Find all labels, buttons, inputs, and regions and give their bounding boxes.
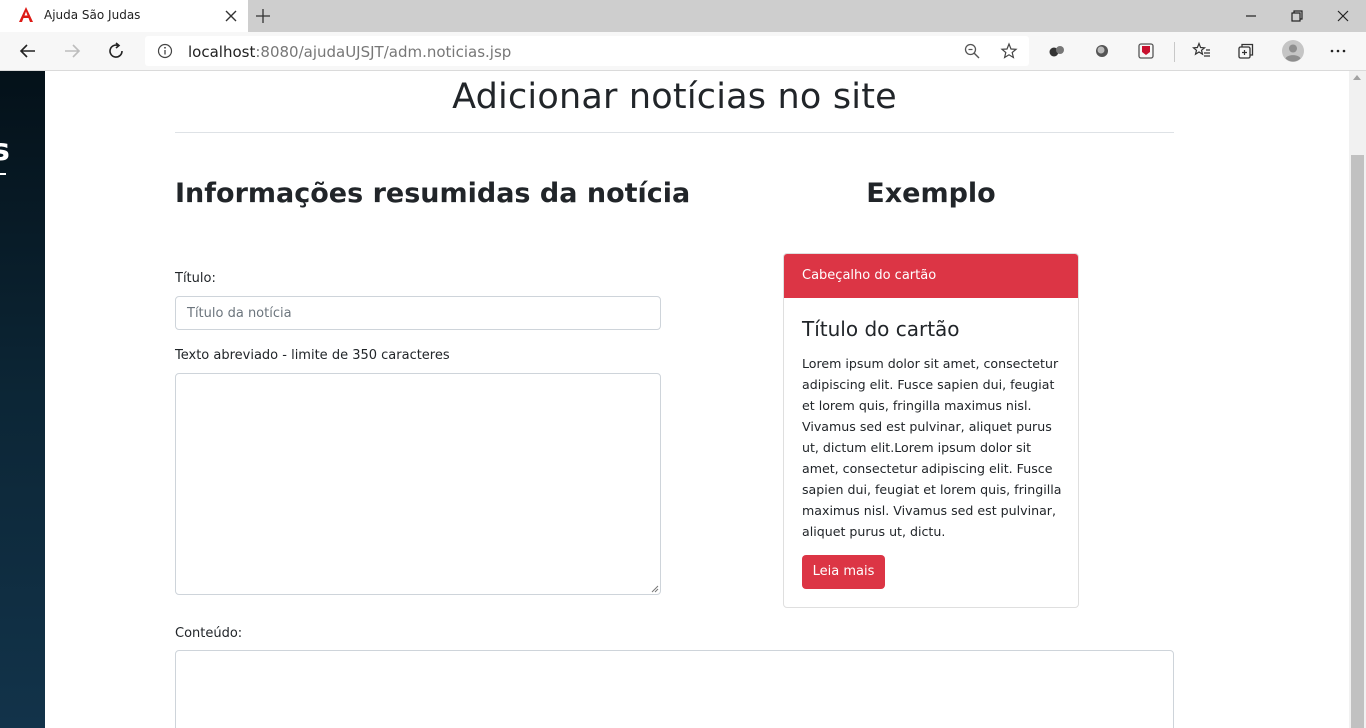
toolbar-separator <box>1174 42 1175 62</box>
example-title: Exemplo <box>866 178 996 209</box>
forward-icon[interactable] <box>61 40 83 62</box>
more-icon[interactable] <box>1328 41 1348 61</box>
zoom-icon[interactable] <box>963 42 981 60</box>
plus-icon[interactable] <box>253 6 273 26</box>
content-textarea[interactable] <box>175 650 1174 728</box>
maximize-icon[interactable] <box>1287 6 1307 26</box>
card-title: Título do cartão <box>802 317 960 341</box>
site-sidebar: s <box>0 71 45 728</box>
resize-grip-icon[interactable] <box>650 584 659 593</box>
angular-logo-icon <box>19 7 33 22</box>
scroll-thumb[interactable] <box>1351 155 1364 728</box>
url-text[interactable]: localhost:8080/ajudaUJSJT/adm.noticias.j… <box>188 43 511 61</box>
card-header: Cabeçalho do cartão <box>784 254 1078 298</box>
close-icon[interactable] <box>222 7 240 25</box>
collections-icon[interactable] <box>1236 41 1256 61</box>
summary-textarea[interactable] <box>175 373 661 595</box>
browser-tab[interactable]: Ajuda São Judas <box>0 0 248 32</box>
refresh-icon[interactable] <box>105 40 127 62</box>
page-content: Adicionar notícias no site Informações r… <box>45 71 1349 728</box>
example-card: Cabeçalho do cartão Título do cartão Lor… <box>783 253 1079 608</box>
scroll-up-arrow-icon[interactable] <box>1353 75 1361 80</box>
title-input[interactable]: Título da notícia <box>175 296 661 330</box>
section-title: Informações resumidas da notícia <box>175 178 691 209</box>
back-icon[interactable] <box>17 40 39 62</box>
address-bar[interactable]: localhost:8080/ajudaUJSJT/adm.noticias.j… <box>145 36 1029 66</box>
star-icon[interactable] <box>1000 42 1018 60</box>
tab-title: Ajuda São Judas <box>44 8 141 22</box>
sidebar-logo-fragment: s <box>0 133 10 168</box>
profile-icon[interactable] <box>1281 39 1305 63</box>
title-input-placeholder: Título da notícia <box>187 306 292 321</box>
url-host: localhost <box>188 43 256 61</box>
close-window-icon[interactable] <box>1333 6 1353 26</box>
read-more-button[interactable]: Leia mais <box>802 555 885 589</box>
extension-icon[interactable] <box>1136 41 1156 61</box>
page-title: Adicionar notícias no site <box>452 77 897 117</box>
page-scrollbar[interactable] <box>1349 71 1366 728</box>
title-divider <box>175 132 1174 133</box>
browser-toolbar: localhost:8080/ajudaUJSJT/adm.noticias.j… <box>0 32 1366 71</box>
minimize-icon[interactable] <box>1241 6 1261 26</box>
summary-label: Texto abreviado - limite de 350 caracter… <box>175 348 450 363</box>
tab-bar: Ajuda São Judas <box>0 0 1366 32</box>
card-text: Lorem ipsum dolor sit amet, consectetur … <box>802 356 1062 539</box>
sidebar-underline <box>0 173 6 175</box>
title-label: Título: <box>175 271 216 286</box>
content-label: Conteúdo: <box>175 626 243 641</box>
extension-icon[interactable] <box>1092 41 1112 61</box>
url-path: :8080/ajudaUJSJT/adm.noticias.jsp <box>255 43 512 61</box>
info-icon[interactable] <box>157 43 173 59</box>
extension-icon[interactable] <box>1047 41 1067 61</box>
favorites-icon[interactable] <box>1192 41 1212 61</box>
